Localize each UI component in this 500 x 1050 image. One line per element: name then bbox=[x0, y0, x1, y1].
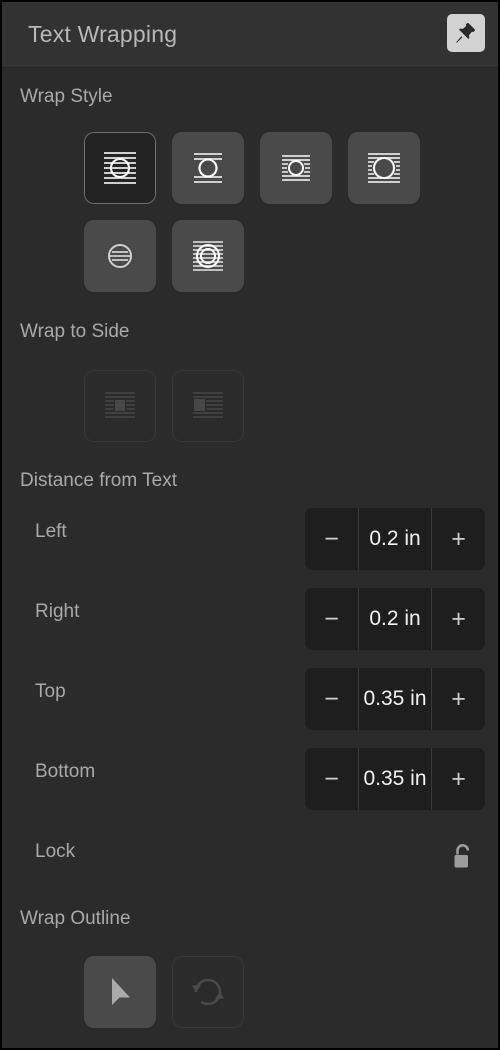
distance-top-label: Top bbox=[35, 681, 66, 702]
reset-refresh-icon bbox=[186, 970, 230, 1014]
distance-bottom-label: Bottom bbox=[35, 761, 96, 782]
distance-right-decrement-button[interactable]: − bbox=[305, 588, 358, 650]
wrap-square-icon bbox=[272, 144, 320, 192]
distance-right-increment-button[interactable]: + bbox=[432, 588, 485, 650]
wrap-to-side-section-label: Wrap to Side bbox=[20, 321, 130, 342]
distance-bottom-stepper[interactable]: − 0.35 in + bbox=[305, 748, 485, 810]
wrap-side-right-icon bbox=[184, 382, 232, 430]
wrap-outline-reset-button[interactable] bbox=[172, 956, 244, 1028]
wrap-around-icon bbox=[360, 144, 408, 192]
pointer-arrow-icon bbox=[99, 971, 141, 1013]
wrap-style-option-square-tight[interactable] bbox=[260, 132, 332, 204]
pushpin-icon bbox=[454, 21, 478, 45]
pin-button[interactable] bbox=[447, 14, 485, 52]
distance-top-value[interactable]: 0.35 in bbox=[358, 668, 432, 730]
wrap-none-icon bbox=[96, 232, 144, 280]
titlebar: Text Wrapping bbox=[2, 2, 498, 68]
distance-left-label: Left bbox=[35, 521, 67, 542]
wrap-style-option-none[interactable] bbox=[84, 220, 156, 292]
wrap-style-option-around[interactable] bbox=[348, 132, 420, 204]
wrap-style-option-through[interactable] bbox=[172, 220, 244, 292]
wrap-style-option-inline-with-text[interactable] bbox=[84, 132, 156, 204]
wrap-outline-section-label: Wrap Outline bbox=[20, 908, 131, 929]
wrap-style-option-top-and-bottom[interactable] bbox=[172, 132, 244, 204]
distance-left-increment-button[interactable]: + bbox=[432, 508, 485, 570]
wrap-inline-icon bbox=[96, 144, 144, 192]
distance-top-stepper[interactable]: − 0.35 in + bbox=[305, 668, 485, 730]
distance-left-stepper[interactable]: − 0.2 in + bbox=[305, 508, 485, 570]
unlocked-padlock-icon bbox=[448, 841, 478, 873]
wrap-outline-edit-button[interactable] bbox=[84, 956, 156, 1028]
distance-right-label: Right bbox=[35, 601, 80, 622]
wrap-style-section-label: Wrap Style bbox=[20, 86, 113, 107]
wrap-to-side-option-right[interactable] bbox=[172, 370, 244, 442]
lock-label: Lock bbox=[35, 841, 76, 862]
page-title: Text Wrapping bbox=[28, 21, 178, 47]
distance-bottom-value[interactable]: 0.35 in bbox=[358, 748, 432, 810]
distance-from-text-section-label: Distance from Text bbox=[20, 470, 177, 491]
panel-content: Wrap Style Wrap to Side Distance from Te… bbox=[2, 68, 498, 1048]
distance-left-value[interactable]: 0.2 in bbox=[358, 508, 432, 570]
wrap-to-side-option-both[interactable] bbox=[84, 370, 156, 442]
text-wrapping-panel: Text Wrapping Wrap Style Wrap to Side Di… bbox=[0, 0, 500, 1050]
lock-toggle-button[interactable] bbox=[445, 840, 481, 874]
distance-bottom-increment-button[interactable]: + bbox=[432, 748, 485, 810]
distance-bottom-decrement-button[interactable]: − bbox=[305, 748, 358, 810]
distance-right-value[interactable]: 0.2 in bbox=[358, 588, 432, 650]
distance-top-increment-button[interactable]: + bbox=[432, 668, 485, 730]
wrap-top-bottom-icon bbox=[184, 144, 232, 192]
wrap-side-both-icon bbox=[96, 382, 144, 430]
distance-right-stepper[interactable]: − 0.2 in + bbox=[305, 588, 485, 650]
distance-top-decrement-button[interactable]: − bbox=[305, 668, 358, 730]
distance-left-decrement-button[interactable]: − bbox=[305, 508, 358, 570]
wrap-through-icon bbox=[184, 232, 232, 280]
